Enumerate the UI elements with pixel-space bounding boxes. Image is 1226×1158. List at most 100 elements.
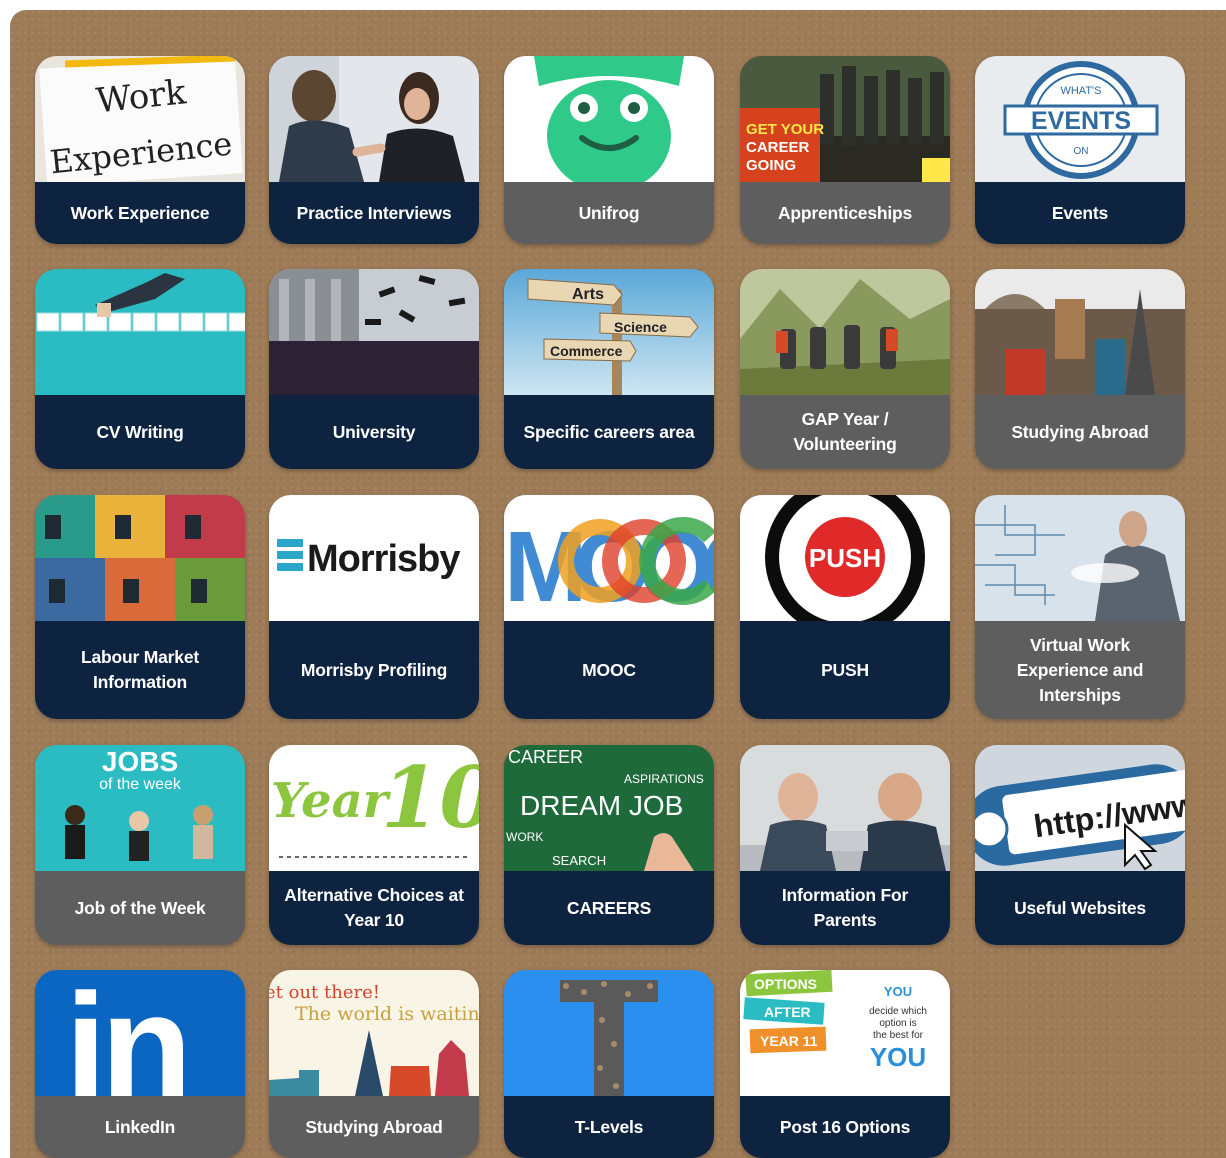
tile-careers[interactable]: CAREER ASPIRATIONS DREAM JOB WORK SEARCH… — [504, 745, 714, 945]
chalkboard-dream-job-image: CAREER ASPIRATIONS DREAM JOB WORK SEARCH — [504, 745, 714, 871]
tile-studying-abroad[interactable]: Studying Abroad — [975, 269, 1185, 469]
graduation-image — [269, 269, 479, 395]
tile-label: Information For Parents — [740, 871, 950, 945]
tile-label: Work Experience — [35, 182, 245, 244]
svg-text:the best for: the best for — [873, 1030, 924, 1041]
tile-label: T-Levels — [504, 1096, 714, 1158]
svg-text:Arts: Arts — [572, 286, 604, 303]
svg-text:ON: ON — [1074, 146, 1089, 157]
events-stamp-image: WHAT'S EVENTS ON — [975, 56, 1185, 182]
svg-text:DREAM JOB: DREAM JOB — [520, 790, 683, 821]
svg-text:PUSH: PUSH — [809, 543, 881, 573]
svg-text:EVENTS: EVENTS — [1031, 107, 1131, 135]
tile-label: CV Writing — [35, 395, 245, 469]
tile-job-of-the-week[interactable]: JOBS of the week Job of the Week — [35, 745, 245, 945]
tile-information-for-parents[interactable]: Information For Parents — [740, 745, 950, 945]
svg-text:CAREER: CAREER — [746, 139, 810, 156]
tile-label: Post 16 Options — [740, 1096, 950, 1158]
apprenticeships-poster-image: GET YOUR CAREER GOING — [740, 56, 950, 182]
tile-cv-writing[interactable]: CV Writing — [35, 269, 245, 469]
tile-label: Labour Market Information — [35, 621, 245, 719]
tile-label: Virtual Work Experience and Interships — [975, 621, 1185, 719]
tile-label: PUSH — [740, 621, 950, 719]
tile-morrisby-profiling[interactable]: Morrisby Morrisby Profiling — [269, 495, 479, 719]
tile-label: Practice Interviews — [269, 182, 479, 244]
t-levels-image — [504, 970, 714, 1096]
svg-text:Science: Science — [614, 319, 667, 335]
svg-text:The world is waiting.: The world is waiting. — [295, 1003, 479, 1025]
svg-text:AFTER: AFTER — [764, 1004, 811, 1020]
tile-label: GAP Year / Volunteering — [740, 395, 950, 469]
tile-label: Events — [975, 182, 1185, 244]
svg-text:of the week: of the week — [99, 776, 182, 793]
svg-text:YOU: YOU — [870, 1042, 926, 1072]
tile-label: Unifrog — [504, 182, 714, 244]
tile-label: Alternative Choices at Year 10 — [269, 871, 479, 945]
work-experience-image: Work Experience — [35, 56, 245, 182]
tile-label: Specific careers area — [504, 395, 714, 469]
tile-apprenticeships[interactable]: GET YOUR CAREER GOING Apprenticeships — [740, 56, 950, 244]
handshake-interview-image — [269, 56, 479, 182]
tile-label: University — [269, 395, 479, 469]
tile-labour-market-information[interactable]: Labour Market Information — [35, 495, 245, 719]
cv-writing-image — [35, 269, 245, 395]
tile-t-levels[interactable]: T-Levels — [504, 970, 714, 1158]
svg-text:10: 10 — [381, 748, 479, 847]
svg-text:in: in — [65, 970, 186, 1096]
post-16-options-image: OPTIONS AFTER YEAR 11 YOU decide which o… — [740, 970, 950, 1096]
tile-label: MOOC — [504, 621, 714, 719]
tile-gap-year-volunteering[interactable]: GAP Year / Volunteering — [740, 269, 950, 469]
tile-label: LinkedIn — [35, 1096, 245, 1158]
morrisby-logo-image: Morrisby — [269, 495, 479, 621]
svg-text:WHAT'S: WHAT'S — [1060, 85, 1101, 97]
svg-text:Morrisby: Morrisby — [307, 538, 460, 580]
tile-push[interactable]: PUSH PUSH — [740, 495, 950, 719]
tile-mooc[interactable]: MOOC MOOC — [504, 495, 714, 719]
jobs-of-the-week-image: JOBS of the week — [35, 745, 245, 871]
shopfronts-image — [35, 495, 245, 621]
svg-text:ASPIRATIONS: ASPIRATIONS — [624, 772, 704, 786]
tile-useful-websites[interactable]: http://www Useful Websites — [975, 745, 1185, 945]
svg-text:GET YOUR: GET YOUR — [746, 121, 824, 138]
tile-post-16-options[interactable]: OPTIONS AFTER YEAR 11 YOU decide which o… — [740, 970, 950, 1158]
tile-specific-careers-area[interactable]: Arts Science Commerce Specific careers a… — [504, 269, 714, 469]
url-bar-image: http://www — [975, 745, 1185, 871]
svg-text:decide which: decide which — [869, 1006, 927, 1017]
svg-text:option is: option is — [879, 1018, 916, 1029]
svg-text:Year: Year — [271, 773, 392, 829]
svg-text:CAREER: CAREER — [508, 747, 583, 767]
year-10-image: Year 10 — [269, 745, 479, 871]
tile-label: Studying Abroad — [975, 395, 1185, 469]
tile-alternative-choices-year-10[interactable]: Year 10 Alternative Choices at Year 10 — [269, 745, 479, 945]
world-landmarks-image — [975, 269, 1185, 395]
signpost-image: Arts Science Commerce — [504, 269, 714, 395]
tile-studying-abroad-2[interactable]: et out there! The world is waiting. Stud… — [269, 970, 479, 1158]
linkedin-logo-image: in — [35, 970, 245, 1096]
hikers-image — [740, 269, 950, 395]
svg-text:Commerce: Commerce — [550, 343, 623, 359]
tile-events[interactable]: WHAT'S EVENTS ON Events — [975, 56, 1185, 244]
tile-work-experience[interactable]: Work Experience Work Experience — [35, 56, 245, 244]
push-logo-image: PUSH — [740, 495, 950, 621]
world-waiting-image: et out there! The world is waiting. — [269, 970, 479, 1096]
tile-unifrog[interactable]: Unifrog — [504, 56, 714, 244]
tile-linkedin[interactable]: in LinkedIn — [35, 970, 245, 1158]
parents-laptop-image — [740, 745, 950, 871]
svg-text:et out there!: et out there! — [269, 982, 380, 1003]
tile-label: Apprenticeships — [740, 182, 950, 244]
tile-label: Useful Websites — [975, 871, 1185, 945]
svg-text:SEARCH: SEARCH — [552, 853, 606, 868]
tile-label: Morrisby Profiling — [269, 621, 479, 719]
unifrog-frog-logo-image — [504, 56, 714, 182]
virtual-tech-image — [975, 495, 1185, 621]
tile-label: CAREERS — [504, 871, 714, 945]
svg-text:YOU: YOU — [884, 984, 912, 999]
tile-label: Job of the Week — [35, 871, 245, 945]
tile-practice-interviews[interactable]: Practice Interviews — [269, 56, 479, 244]
svg-text:GOING: GOING — [746, 157, 796, 174]
tile-virtual-work-experience[interactable]: Virtual Work Experience and Interships — [975, 495, 1185, 719]
careers-board: Work Experience Work Experience Practice… — [10, 10, 1226, 1158]
mooc-logo-image: MOOC — [504, 495, 714, 621]
svg-text:OPTIONS: OPTIONS — [754, 976, 817, 992]
tile-university[interactable]: University — [269, 269, 479, 469]
